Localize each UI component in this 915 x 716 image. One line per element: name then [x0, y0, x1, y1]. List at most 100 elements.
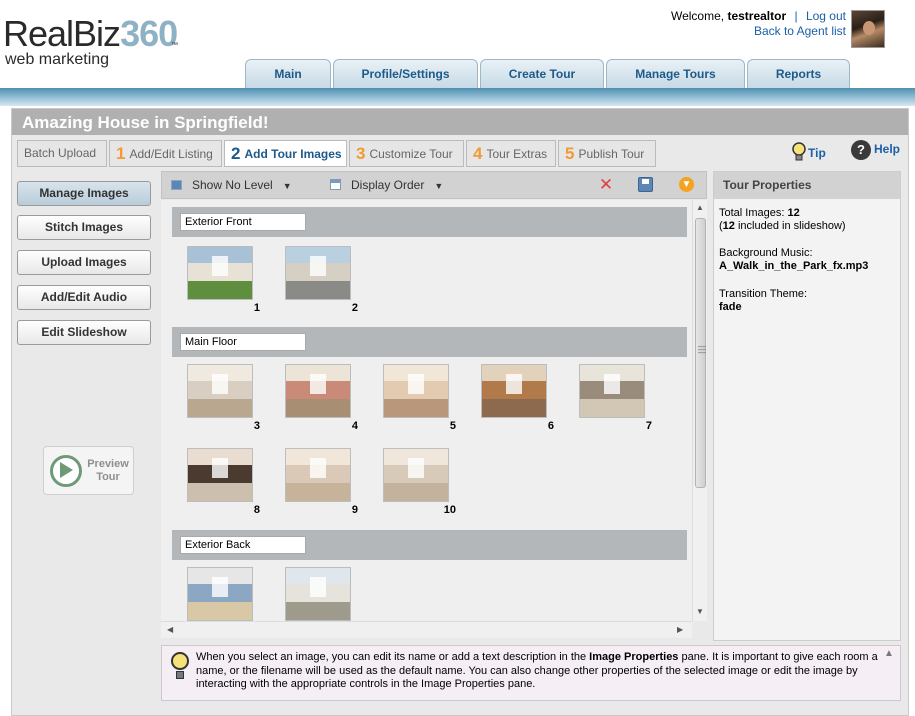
- step-number: 5: [565, 144, 575, 163]
- lightbulb-icon: [167, 652, 193, 686]
- image-thumbnail[interactable]: [579, 364, 645, 418]
- display-order-dropdown[interactable]: Display Order ▼: [330, 178, 443, 192]
- stitch-images-button[interactable]: Stitch Images: [17, 215, 151, 240]
- image-thumbnail[interactable]: [285, 567, 351, 621]
- collapse-icon[interactable]: ▲: [884, 648, 894, 659]
- step-label: Customize Tour: [369, 147, 453, 161]
- scroll-down-icon[interactable]: ▼: [696, 607, 704, 616]
- background-music: Background Music: A_Walk_in_the_Park_fx.m…: [719, 247, 869, 272]
- scroll-thumb[interactable]: — — —: [695, 218, 706, 488]
- tip-link[interactable]: Tip: [790, 141, 826, 163]
- step-label: Tour Extras: [486, 147, 548, 161]
- nav-tab-manage-tours[interactable]: Manage Tours: [606, 59, 745, 89]
- step-tour-extras[interactable]: 4 Tour Extras: [466, 140, 556, 167]
- preview-tour-button[interactable]: Preview Tour: [43, 446, 134, 495]
- step-add-edit-listing[interactable]: 1 Add/Edit Listing: [109, 140, 222, 167]
- vertical-scrollbar[interactable]: ▲ — — — ▼: [692, 200, 707, 621]
- level-icon: [171, 180, 182, 190]
- image-thumbnail[interactable]: [383, 448, 449, 502]
- help-link[interactable]: ? Help: [851, 140, 900, 160]
- transition-theme: Transition Theme: fade: [719, 288, 808, 313]
- step-customize-tour[interactable]: 3 Customize Tour: [349, 140, 464, 167]
- image-number: 8: [253, 504, 260, 516]
- image-thumbnail[interactable]: [285, 448, 351, 502]
- section-name-input[interactable]: [180, 213, 306, 231]
- image-number: 9: [351, 504, 358, 516]
- info-text: When you select an image, you can edit i…: [196, 651, 878, 690]
- image-thumbnail[interactable]: [481, 364, 547, 418]
- help-label: Help: [874, 142, 901, 157]
- section-header: [172, 327, 687, 357]
- chevron-down-icon: ▼: [434, 181, 444, 191]
- section-header: [172, 207, 687, 237]
- nav-tab-create-tour[interactable]: Create Tour: [480, 59, 604, 89]
- image-number: 1: [253, 302, 260, 314]
- level-filter-label: Show No Level: [192, 178, 273, 192]
- step-publish-tour[interactable]: 5 Publish Tour: [558, 140, 656, 167]
- step-number: 2: [231, 144, 241, 163]
- nav-tab-main[interactable]: Main: [245, 59, 331, 89]
- brand-logo: RealBiz360: [3, 13, 178, 54]
- step-number: 1: [116, 144, 126, 163]
- help-icon: ?: [851, 140, 871, 160]
- add-edit-audio-button[interactable]: Add/Edit Audio: [17, 285, 151, 310]
- step-label: Batch Upload: [24, 146, 97, 160]
- welcome-text: Welcome,: [670, 9, 725, 23]
- brand-tm: ™: [171, 42, 178, 49]
- tip-label: Tip: [808, 146, 826, 160]
- scroll-right-icon[interactable]: ▶: [677, 625, 683, 634]
- save-icon[interactable]: [638, 177, 653, 192]
- step-number: 4: [473, 144, 483, 163]
- scroll-left-icon[interactable]: ◀: [167, 625, 173, 634]
- image-thumbnail[interactable]: [187, 448, 253, 502]
- image-thumbnail[interactable]: [285, 246, 351, 300]
- image-number: 6: [547, 420, 554, 432]
- image-canvas: 1 2 3 4 5 6 7 8 9 10: [161, 200, 692, 621]
- brand-tagline: web marketing: [5, 51, 110, 68]
- display-order-label: Display Order: [351, 178, 425, 192]
- upload-images-button[interactable]: Upload Images: [17, 250, 151, 275]
- welcome-line: Welcome, testrealtor | Log out: [671, 9, 846, 23]
- preview-label: Preview Tour: [87, 458, 129, 483]
- avatar: [851, 10, 885, 48]
- section-header: [172, 530, 687, 560]
- order-icon: [330, 179, 341, 190]
- brand-name: RealBiz: [3, 13, 121, 54]
- chevron-down-icon: ▼: [282, 181, 292, 191]
- step-batch-upload[interactable]: Batch Upload: [17, 140, 107, 167]
- image-number: 10: [443, 504, 456, 516]
- separator: |: [794, 9, 798, 23]
- edit-slideshow-button[interactable]: Edit Slideshow: [17, 320, 151, 345]
- nav-bar: [0, 88, 915, 106]
- level-filter-dropdown[interactable]: Show No Level ▼: [171, 178, 292, 192]
- step-add-tour-images[interactable]: 2 Add Tour Images: [224, 140, 347, 167]
- section-name-input[interactable]: [180, 536, 306, 554]
- image-thumbnail[interactable]: [383, 364, 449, 418]
- delete-icon[interactable]: ✕: [597, 176, 615, 194]
- nav-tab-profile-settings[interactable]: Profile/Settings: [333, 59, 478, 89]
- scroll-up-icon[interactable]: ▲: [696, 203, 704, 212]
- image-number: 7: [645, 420, 652, 432]
- section-name-input[interactable]: [180, 333, 306, 351]
- image-number: 3: [253, 420, 260, 432]
- manage-images-button[interactable]: Manage Images: [17, 181, 151, 206]
- total-images: Total Images: 12 (12 included in slidesh…: [719, 207, 846, 232]
- tour-properties-panel: [713, 171, 901, 641]
- image-thumbnail[interactable]: [187, 246, 253, 300]
- image-thumbnail[interactable]: [187, 567, 253, 621]
- horizontal-scrollbar[interactable]: ◀ ▶: [161, 621, 692, 638]
- logout-link[interactable]: Log out: [806, 9, 846, 23]
- image-number: 4: [351, 420, 358, 432]
- download-icon[interactable]: ▼: [679, 177, 694, 192]
- username: testrealtor: [727, 9, 787, 23]
- image-thumbnail[interactable]: [285, 364, 351, 418]
- step-label: Add Tour Images: [244, 147, 342, 161]
- image-number: 5: [449, 420, 456, 432]
- page-title: Amazing House in Springfield!: [22, 113, 269, 132]
- nav-tab-reports[interactable]: Reports: [747, 59, 850, 89]
- tour-properties-header: Tour Properties: [714, 172, 900, 199]
- image-thumbnail[interactable]: [187, 364, 253, 418]
- back-to-agent-list-link[interactable]: Back to Agent list: [754, 24, 846, 38]
- brand-number: 360: [120, 13, 178, 54]
- lightbulb-icon: [792, 142, 806, 161]
